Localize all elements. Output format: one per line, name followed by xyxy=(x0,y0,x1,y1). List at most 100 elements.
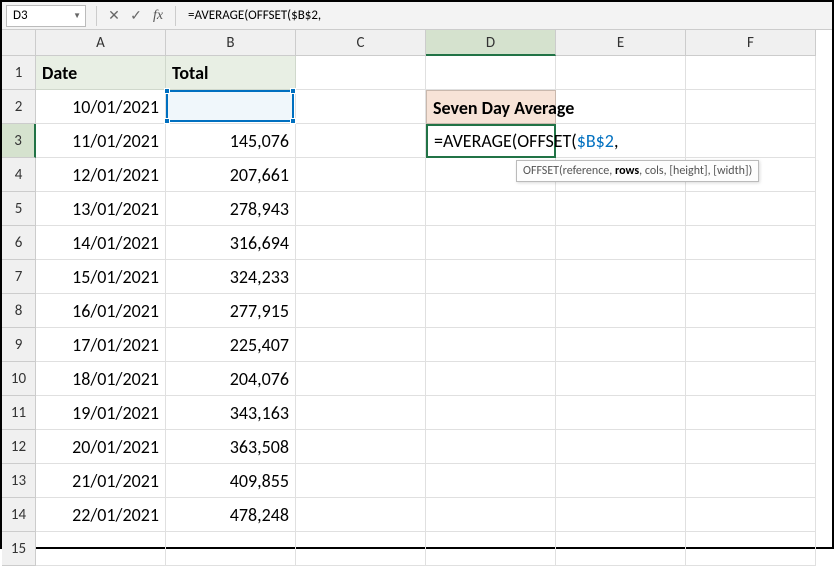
cell-B6[interactable]: 316,694 xyxy=(166,226,296,260)
cell-C4[interactable] xyxy=(296,158,426,192)
cell-C9[interactable] xyxy=(296,328,426,362)
name-box-dropdown-icon[interactable]: ▼ xyxy=(73,11,81,21)
cell-C14[interactable] xyxy=(296,498,426,532)
cell-E5[interactable] xyxy=(556,192,686,226)
row-header-10[interactable]: 10 xyxy=(2,362,36,396)
row-header-14[interactable]: 14 xyxy=(2,498,36,532)
col-header-C[interactable]: C xyxy=(296,30,426,56)
cell-C7[interactable] xyxy=(296,260,426,294)
cell-A4[interactable]: 12/01/2021 xyxy=(36,158,166,192)
row-header-11[interactable]: 11 xyxy=(2,396,36,430)
cell-B2[interactable] xyxy=(166,90,296,124)
cell-A8[interactable]: 16/01/2021 xyxy=(36,294,166,328)
cell-B15[interactable] xyxy=(166,532,296,566)
cell-A5[interactable]: 13/01/2021 xyxy=(36,192,166,226)
cell-B8[interactable]: 277,915 xyxy=(166,294,296,328)
cell-F14[interactable] xyxy=(686,498,816,532)
cell-D1[interactable] xyxy=(426,56,556,90)
cell-E11[interactable] xyxy=(556,396,686,430)
col-header-B[interactable]: B xyxy=(166,30,296,56)
accept-icon[interactable]: ✓ xyxy=(125,7,147,24)
cell-E13[interactable] xyxy=(556,464,686,498)
cell-D5[interactable] xyxy=(426,192,556,226)
cell-F5[interactable] xyxy=(686,192,816,226)
row-header-8[interactable]: 8 xyxy=(2,294,36,328)
cell-E15[interactable] xyxy=(556,532,686,566)
cell-F10[interactable] xyxy=(686,362,816,396)
cell-D12[interactable] xyxy=(426,430,556,464)
cell-A11[interactable]: 19/01/2021 xyxy=(36,396,166,430)
cell-C11[interactable] xyxy=(296,396,426,430)
cell-B13[interactable]: 409,855 xyxy=(166,464,296,498)
cell-F7[interactable] xyxy=(686,260,816,294)
cell-A2[interactable]: 10/01/2021 xyxy=(36,90,166,124)
row-header-4[interactable]: 4 xyxy=(2,158,36,192)
cell-A12[interactable]: 20/01/2021 xyxy=(36,430,166,464)
name-box[interactable]: D3 ▼ xyxy=(6,5,86,27)
cell-F8[interactable] xyxy=(686,294,816,328)
row-header-12[interactable]: 12 xyxy=(2,430,36,464)
cell-B3[interactable]: 145,076 xyxy=(166,124,296,158)
cell-C15[interactable] xyxy=(296,532,426,566)
cell-A10[interactable]: 18/01/2021 xyxy=(36,362,166,396)
cell-C13[interactable] xyxy=(296,464,426,498)
cell-F6[interactable] xyxy=(686,226,816,260)
cell-E12[interactable] xyxy=(556,430,686,464)
cell-B11[interactable]: 343,163 xyxy=(166,396,296,430)
cell-C1[interactable] xyxy=(296,56,426,90)
row-header-2[interactable]: 2 xyxy=(2,90,36,124)
cell-C12[interactable] xyxy=(296,430,426,464)
select-all-corner[interactable] xyxy=(2,30,36,56)
cell-A15[interactable] xyxy=(36,532,166,566)
cell-B5[interactable]: 278,943 xyxy=(166,192,296,226)
cell-F1[interactable] xyxy=(686,56,816,90)
cell-F13[interactable] xyxy=(686,464,816,498)
cell-A7[interactable]: 15/01/2021 xyxy=(36,260,166,294)
cell-B4[interactable]: 207,661 xyxy=(166,158,296,192)
cell-A6[interactable]: 14/01/2021 xyxy=(36,226,166,260)
cell-C6[interactable] xyxy=(296,226,426,260)
row-header-13[interactable]: 13 xyxy=(2,464,36,498)
cell-B14[interactable]: 478,248 xyxy=(166,498,296,532)
cell-E9[interactable] xyxy=(556,328,686,362)
cell-F12[interactable] xyxy=(686,430,816,464)
cell-D10[interactable] xyxy=(426,362,556,396)
row-header-7[interactable]: 7 xyxy=(2,260,36,294)
cell-D13[interactable] xyxy=(426,464,556,498)
cell-F9[interactable] xyxy=(686,328,816,362)
col-header-D[interactable]: D xyxy=(426,30,556,56)
cell-B10[interactable]: 204,076 xyxy=(166,362,296,396)
cell-E2[interactable] xyxy=(556,90,686,124)
cell-B12[interactable]: 363,508 xyxy=(166,430,296,464)
cell-F3[interactable] xyxy=(686,124,816,158)
cell-B7[interactable]: 324,233 xyxy=(166,260,296,294)
formula-input[interactable]: =AVERAGE(OFFSET($B$2, xyxy=(182,8,832,23)
cell-E1[interactable] xyxy=(556,56,686,90)
cell-D3[interactable]: =AVERAGE(OFFSET($B$2, xyxy=(426,124,556,158)
cell-D15[interactable] xyxy=(426,532,556,566)
cell-C5[interactable] xyxy=(296,192,426,226)
cell-C10[interactable] xyxy=(296,362,426,396)
cell-A14[interactable]: 22/01/2021 xyxy=(36,498,166,532)
cell-A3[interactable]: 11/01/2021 xyxy=(36,124,166,158)
cell-A1[interactable]: Date xyxy=(36,56,166,90)
cell-A9[interactable]: 17/01/2021 xyxy=(36,328,166,362)
col-header-A[interactable]: A xyxy=(36,30,166,56)
cell-E14[interactable] xyxy=(556,498,686,532)
col-header-E[interactable]: E xyxy=(556,30,686,56)
cell-D7[interactable] xyxy=(426,260,556,294)
row-header-6[interactable]: 6 xyxy=(2,226,36,260)
row-header-1[interactable]: 1 xyxy=(2,56,36,90)
cell-C2[interactable] xyxy=(296,90,426,124)
cell-D14[interactable] xyxy=(426,498,556,532)
cell-F11[interactable] xyxy=(686,396,816,430)
cell-D2[interactable]: Seven Day Average xyxy=(426,90,556,124)
cell-E10[interactable] xyxy=(556,362,686,396)
row-header-9[interactable]: 9 xyxy=(2,328,36,362)
cell-B9[interactable]: 225,407 xyxy=(166,328,296,362)
row-header-15[interactable]: 15 xyxy=(2,532,36,566)
fx-icon[interactable]: fx xyxy=(147,8,169,24)
cell-D6[interactable] xyxy=(426,226,556,260)
cell-B1[interactable]: Total xyxy=(166,56,296,90)
row-header-3[interactable]: 3 xyxy=(2,124,36,158)
